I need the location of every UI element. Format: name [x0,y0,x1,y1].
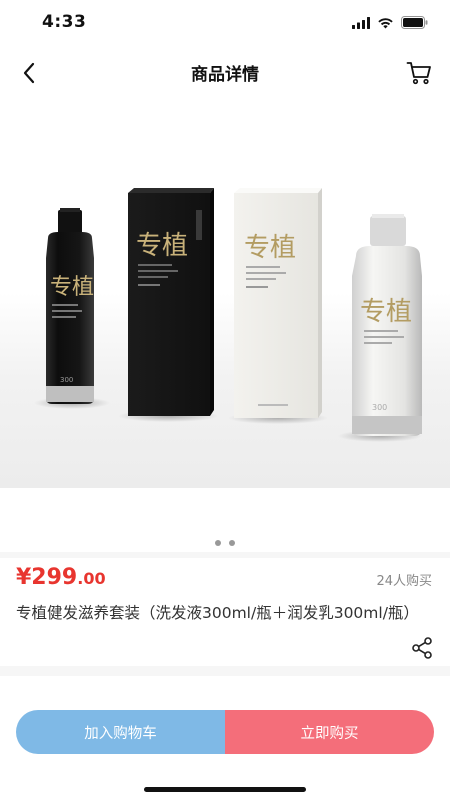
share-icon [412,637,432,659]
signal-icon [352,16,370,29]
price-main: ¥299 [16,565,78,590]
buy-now-button[interactable]: 立即购买 [225,710,434,754]
cart-icon [406,62,431,85]
product-title: 专植健发滋养套装（洗发液300ml/瓶＋润发乳300ml/瓶） [16,604,419,622]
carousel-dot-2[interactable] [229,540,235,546]
product-price: ¥299.00 [16,565,106,590]
product-image-carousel[interactable]: 专植 300 专植 专植 专植 300 [0,98,450,488]
share-button[interactable] [410,636,434,660]
battery-icon [401,16,428,29]
brand-mark-black-box: 专植 [136,231,188,261]
section-divider-2 [0,666,450,676]
product-detail-screen: 4:33 商品详情 专植 300 专植 专植 专植 300 ¥299.00 24… [0,0,450,800]
carousel-dot-1[interactable] [215,540,221,546]
price-decimal: .00 [77,569,106,588]
brand-mark-white-box: 专植 [244,233,296,263]
add-to-cart-button[interactable]: 加入购物车 [16,710,225,754]
status-time: 4:33 [42,12,87,32]
cart-button[interactable] [402,56,436,90]
home-indicator [144,787,306,792]
brand-mark-black-bottle: 专植 [50,275,94,300]
volume-badge-white: 300 [372,403,387,412]
buyer-count: 24人购买 [376,574,432,589]
wifi-icon [378,17,393,28]
carousel-indicator [0,540,450,546]
volume-badge-black: 300 [60,376,73,384]
brand-mark-white-bottle: 专植 [360,297,412,327]
status-bar: 4:33 [0,0,450,48]
status-icons [352,16,428,29]
nav-bar: 商品详情 [0,48,450,96]
product-photo: 专植 300 专植 专植 专植 300 [34,188,422,442]
section-divider [0,552,450,558]
page-title: 商品详情 [191,65,259,85]
action-bar: 加入购物车 立即购买 [16,710,434,754]
